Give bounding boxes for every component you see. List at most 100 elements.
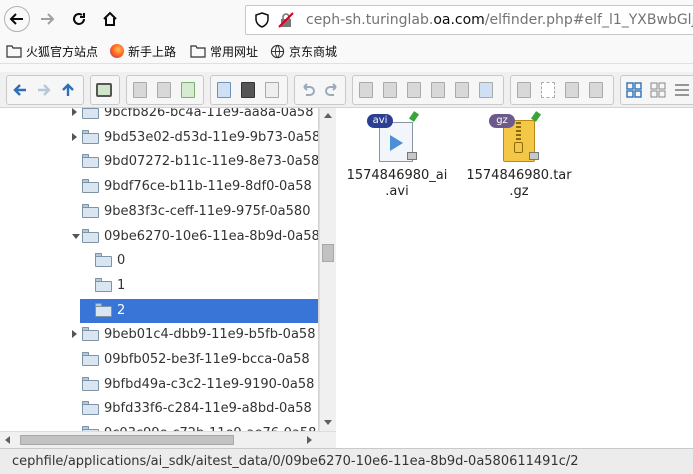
tree-item[interactable]: 9bdf76ce-b11b-11e9-8df0-0a58 bbox=[0, 175, 318, 199]
upload-icon bbox=[181, 82, 195, 98]
view-list-button[interactable] bbox=[671, 78, 693, 102]
current-path: cephfile/applications/ai_sdk/aitest_data… bbox=[12, 454, 579, 469]
tree-item[interactable]: 0 bbox=[0, 249, 318, 273]
tree-item[interactable]: 9c03c99e-c72b-11e9-ae76-0a58 bbox=[0, 422, 318, 431]
edit-button[interactable] bbox=[561, 78, 583, 102]
scroll-right-arrow-icon[interactable] bbox=[307, 436, 312, 444]
tree-item-selected[interactable]: 2 bbox=[80, 298, 318, 323]
scroll-left-arrow-icon[interactable] bbox=[5, 436, 10, 444]
archive-file-icon: gz bbox=[489, 111, 543, 164]
insecure-lock-icon[interactable] bbox=[278, 12, 294, 28]
getfile-button[interactable] bbox=[261, 78, 283, 102]
cursor-icon bbox=[265, 82, 279, 98]
url-text: ceph-sh.turinglab.oa.com/elfinder.php#el… bbox=[306, 12, 693, 28]
scroll-down-arrow-icon[interactable] bbox=[324, 420, 332, 425]
redo-button[interactable] bbox=[321, 78, 343, 102]
trash-icon bbox=[431, 82, 445, 98]
tree-item[interactable]: 9beb01c4-dbb9-11e9-b5fb-0a58 bbox=[0, 323, 318, 347]
url-bar[interactable]: ceph-sh.turinglab.oa.com/elfinder.php#el… bbox=[245, 5, 693, 35]
tree-item[interactable]: 9bd07272-b11c-11e9-8e73-0a58 bbox=[0, 150, 319, 174]
tree-item[interactable]: 09bfb052-be3f-11e9-bcca-0a58 bbox=[0, 348, 318, 372]
scrollbar-thumb[interactable] bbox=[322, 244, 334, 262]
open-button[interactable] bbox=[213, 78, 235, 102]
files-pane[interactable]: avi 1574846980_ai .avi gz 1574846980.tar… bbox=[336, 108, 693, 448]
back-toolbar-button[interactable] bbox=[9, 78, 31, 102]
folder-icon bbox=[82, 203, 99, 218]
tree-item-label: 9bd53e02-d53d-11e9-9b73-0a58 bbox=[104, 129, 319, 145]
file-item[interactable]: gz 1574846980.tar .gz bbox=[464, 111, 574, 200]
up-toolbar-button[interactable] bbox=[57, 78, 79, 102]
bookmarks-toolbar: 火狐官方站点 新手上路 常用网址 京东商城 bbox=[0, 38, 693, 64]
folder-icon bbox=[82, 154, 99, 169]
site-info-icon[interactable] bbox=[254, 12, 270, 28]
bookmark-item[interactable]: 火狐官方站点 bbox=[6, 41, 98, 61]
undo-icon bbox=[303, 83, 315, 96]
elfinder-toolbar bbox=[0, 72, 693, 108]
rename-button[interactable] bbox=[475, 78, 497, 102]
mkdir-button[interactable] bbox=[129, 78, 151, 102]
scrollbar-thumb[interactable] bbox=[20, 435, 234, 445]
select-button[interactable] bbox=[537, 78, 559, 102]
home-icon bbox=[103, 11, 117, 26]
download-button[interactable] bbox=[237, 78, 259, 102]
bookmark-item[interactable]: 常用网址 bbox=[190, 41, 258, 61]
file-name-line2: .avi bbox=[385, 184, 409, 199]
tree-item[interactable]: 9bcfb826-bc4a-11e9-aa8a-0a58 bbox=[0, 108, 318, 125]
tree-item[interactable]: 9be83f3c-ceff-11e9-975f-0a580 bbox=[0, 200, 318, 224]
collapsed-arrow-icon[interactable] bbox=[72, 330, 77, 339]
tree-horizontal-scrollbar[interactable] bbox=[0, 431, 336, 448]
duplicate-button[interactable] bbox=[513, 78, 535, 102]
view-icons-button[interactable] bbox=[623, 78, 645, 102]
video-file-icon: avi bbox=[367, 111, 421, 164]
tree-item-label: 2 bbox=[117, 302, 126, 318]
folder-icon bbox=[82, 401, 99, 416]
archive-button[interactable] bbox=[585, 78, 607, 102]
forward-button[interactable] bbox=[34, 6, 60, 32]
url-prefix: ceph-sh.turinglab. bbox=[306, 12, 434, 28]
cut-button[interactable] bbox=[379, 78, 401, 102]
view-small-icons-button[interactable] bbox=[647, 78, 669, 102]
rename-icon bbox=[479, 82, 493, 98]
tree-item[interactable]: 9bfbd49a-c3c2-11e9-9190-0a58 bbox=[0, 373, 318, 397]
empty-button[interactable] bbox=[451, 78, 473, 102]
tree-item[interactable]: 9bfd33f6-c284-11e9-a8bd-0a58 bbox=[0, 397, 318, 421]
undo-button[interactable] bbox=[297, 78, 319, 102]
file-item[interactable]: avi 1574846980_ai .avi bbox=[342, 111, 452, 200]
clear-icon bbox=[455, 82, 469, 98]
forward-toolbar-button[interactable] bbox=[33, 78, 55, 102]
expanded-arrow-icon[interactable] bbox=[72, 233, 80, 239]
home-button[interactable] bbox=[97, 6, 123, 32]
delete-button[interactable] bbox=[427, 78, 449, 102]
paste-button[interactable] bbox=[403, 78, 425, 102]
arrow-left-icon bbox=[9, 13, 23, 25]
tree-item-label: 9bcfb826-bc4a-11e9-aa8a-0a58 bbox=[104, 108, 314, 120]
lock-icon bbox=[407, 152, 417, 160]
bookmark-item[interactable]: 京东商城 bbox=[270, 41, 337, 61]
folder-tree[interactable]: 9bcfb826-bc4a-11e9-aa8a-0a58 9bd53e02-d53… bbox=[0, 108, 319, 431]
copy-button[interactable] bbox=[355, 78, 377, 102]
tree-item[interactable]: 9bd53e02-d53d-11e9-9b73-0a58 bbox=[0, 126, 319, 150]
url-path: /elfinder.php#elf_l1_YXBwbGljYXR bbox=[484, 12, 693, 28]
pin-icon bbox=[408, 111, 420, 122]
scroll-up-arrow-icon[interactable] bbox=[324, 113, 332, 118]
reload-button[interactable] bbox=[66, 6, 92, 32]
tree-item-label: 9bd07272-b11c-11e9-8e73-0a58 bbox=[104, 154, 319, 170]
reload-toolbar-button[interactable] bbox=[93, 78, 115, 102]
back-button[interactable] bbox=[4, 6, 30, 32]
collapsed-arrow-icon[interactable] bbox=[72, 108, 77, 116]
toolbar-group-edit bbox=[352, 75, 504, 105]
bookmark-item[interactable]: 新手上路 bbox=[110, 41, 176, 61]
status-bar: cephfile/applications/ai_sdk/aitest_data… bbox=[0, 448, 693, 474]
folder-icon bbox=[95, 277, 112, 292]
file-name-line2: .gz bbox=[509, 184, 529, 199]
tree-item-label: 09bfb052-be3f-11e9-bcca-0a58 bbox=[104, 352, 310, 367]
upload-button[interactable] bbox=[177, 78, 199, 102]
collapsed-arrow-icon[interactable] bbox=[72, 132, 77, 141]
tree-item[interactable]: 09be6270-10e6-11ea-8b9d-0a58 bbox=[0, 225, 318, 249]
tree-vertical-scrollbar[interactable] bbox=[319, 108, 336, 431]
toolbar-group-navigation bbox=[6, 75, 84, 105]
mkfile-button[interactable] bbox=[153, 78, 175, 102]
bookmark-label: 常用网址 bbox=[210, 44, 259, 59]
tree-item-label: 9bfd33f6-c284-11e9-a8bd-0a58 bbox=[104, 401, 312, 417]
tree-item[interactable]: 1 bbox=[0, 274, 318, 298]
